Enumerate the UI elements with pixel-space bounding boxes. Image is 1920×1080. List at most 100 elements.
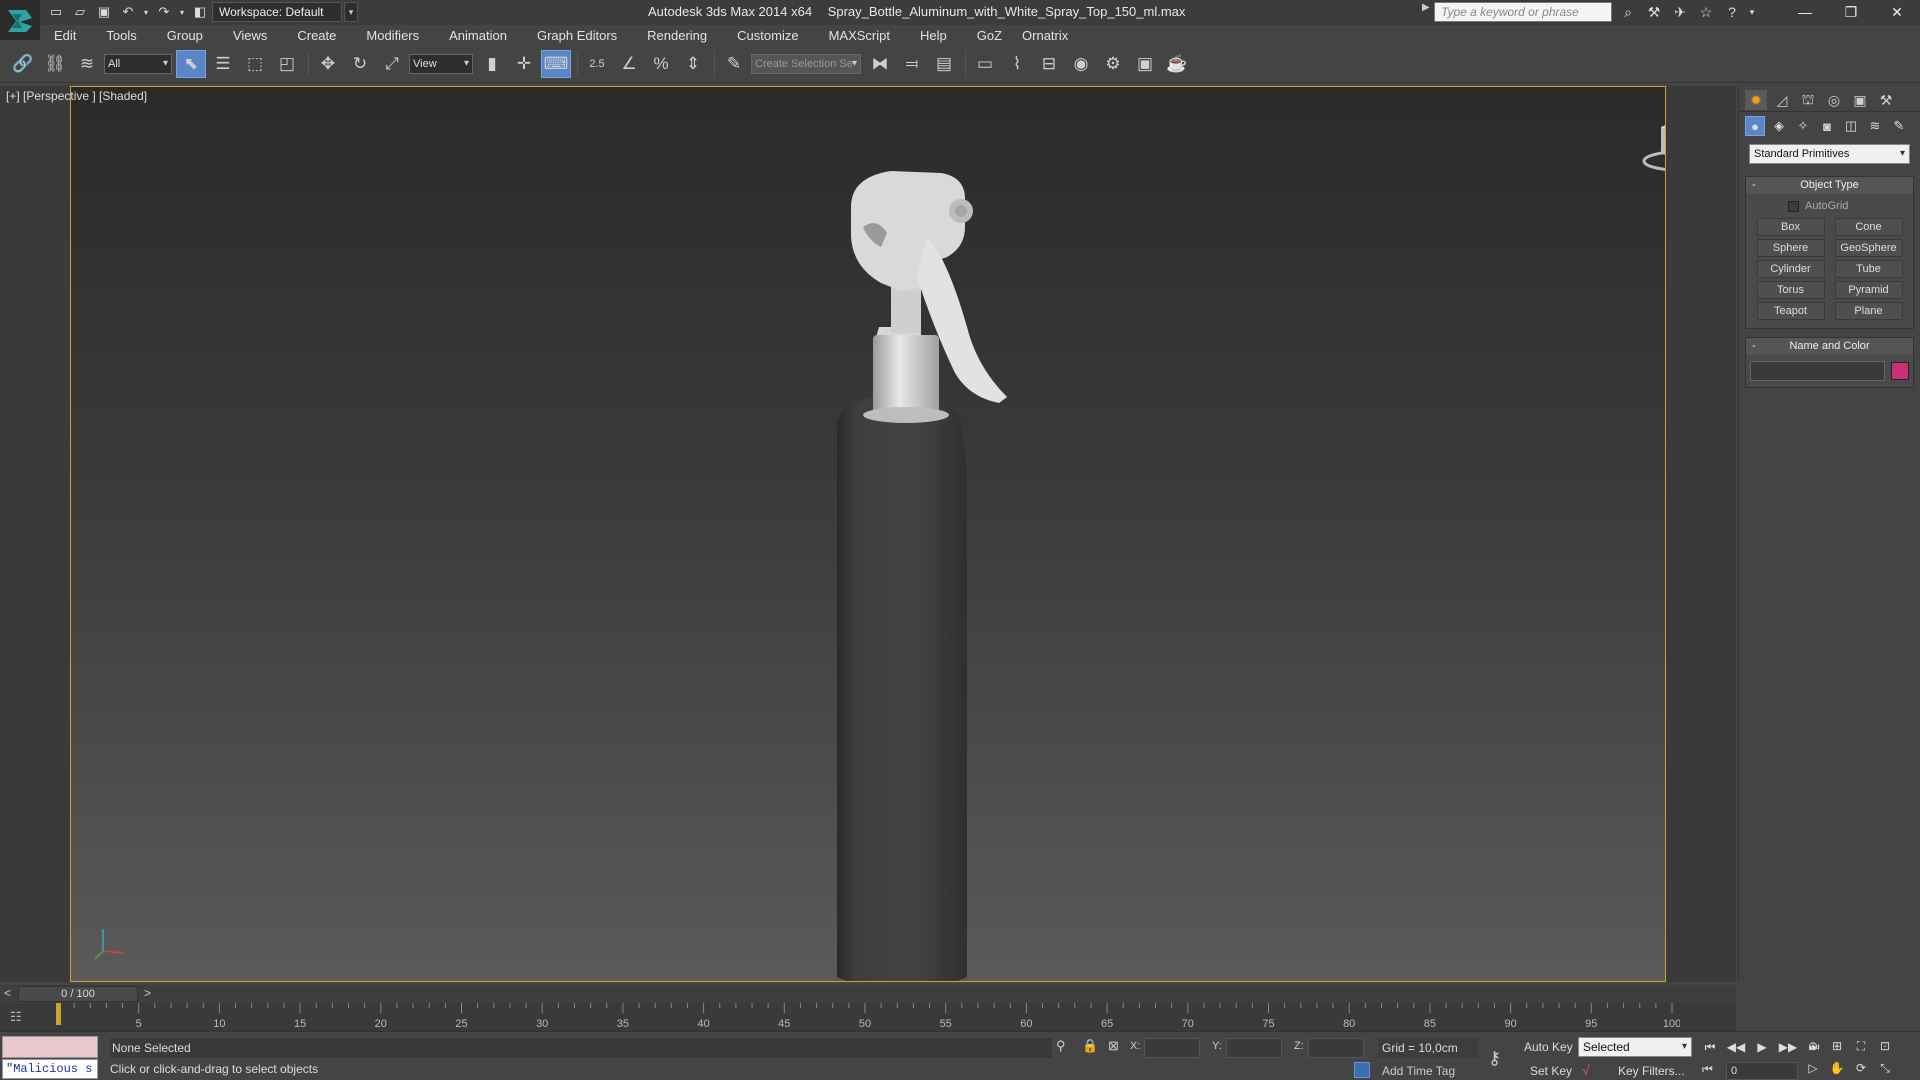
- sphere-button[interactable]: Sphere: [1756, 239, 1825, 257]
- use-pivot-point-center-icon[interactable]: ▮: [477, 50, 507, 78]
- default-tangent-icon[interactable]: √: [1582, 1062, 1590, 1078]
- select-and-scale-icon[interactable]: ⤢: [377, 50, 407, 78]
- layer-manager-icon[interactable]: ▤: [929, 50, 959, 78]
- current-frame-spinner[interactable]: 0: [1726, 1062, 1798, 1080]
- communication-center-icon[interactable]: ✈: [1670, 2, 1690, 22]
- mini-curve-editor-icon[interactable]: ☷: [10, 1009, 32, 1025]
- next-frame-button[interactable]: >: [144, 986, 151, 1000]
- edit-named-selection-icon[interactable]: ✎: [719, 50, 749, 78]
- save-file-icon[interactable]: ▣: [94, 2, 114, 22]
- graphite-toolbar-icon[interactable]: ▭: [970, 50, 1000, 78]
- maximize-viewport-icon[interactable]: ⤡: [1874, 1058, 1896, 1078]
- rectangular-selection-region-icon[interactable]: ⬚: [240, 50, 270, 78]
- menu-create[interactable]: Create: [297, 28, 336, 43]
- workspace-dropdown[interactable]: Workspace: Default: [212, 2, 342, 22]
- new-file-icon[interactable]: ▭: [46, 2, 66, 22]
- primitive-category-dropdown[interactable]: Standard Primitives: [1749, 144, 1910, 164]
- menu-tools[interactable]: Tools: [106, 28, 136, 43]
- zoom-all-icon[interactable]: ⊞: [1826, 1036, 1848, 1056]
- helpers-icon[interactable]: ◫: [1841, 116, 1861, 136]
- perspective-viewport[interactable]: [70, 86, 1666, 982]
- menu-edit[interactable]: Edit: [54, 28, 76, 43]
- torus-button[interactable]: Torus: [1756, 281, 1825, 299]
- modify-tab-icon[interactable]: ◿: [1771, 90, 1793, 110]
- space-warps-icon[interactable]: ≋: [1865, 116, 1885, 136]
- motion-tab-icon[interactable]: ◎: [1823, 90, 1845, 110]
- window-crossing-icon[interactable]: ◰: [272, 50, 302, 78]
- menu-rendering[interactable]: Rendering: [647, 28, 707, 43]
- set-keys-key-icon[interactable]: ⚷: [1488, 1048, 1501, 1069]
- menu-customize[interactable]: Customize: [737, 28, 798, 43]
- systems-icon[interactable]: ✎: [1889, 116, 1909, 136]
- help-search-input[interactable]: Type a keyword or phrase: [1434, 2, 1612, 22]
- selection-filter-dropdown[interactable]: All: [104, 53, 172, 74]
- app-logo-menu[interactable]: [0, 0, 40, 40]
- track-bar[interactable]: ☷ 5 10 15 20 25 30 35 40 45 50 55 60 65 70 75 80 85 90 95 1…: [0, 1003, 1736, 1031]
- project-folder-icon[interactable]: ◧: [190, 2, 210, 22]
- utilities-tab-icon[interactable]: ⚒: [1875, 90, 1897, 110]
- zoom-icon[interactable]: ⊕: [1802, 1036, 1824, 1056]
- time-tag-icon[interactable]: [1354, 1062, 1370, 1078]
- object-name-input[interactable]: [1750, 361, 1885, 381]
- rendered-frame-window-icon[interactable]: ▣: [1130, 50, 1160, 78]
- spray-bottle-model[interactable]: [751, 107, 1011, 982]
- tube-button[interactable]: Tube: [1834, 260, 1903, 278]
- select-object-icon[interactable]: ⬉: [176, 49, 206, 78]
- plane-button[interactable]: Plane: [1834, 302, 1903, 320]
- align-icon[interactable]: ⫤: [897, 50, 927, 78]
- menu-graph-editors[interactable]: Graph Editors: [537, 28, 617, 43]
- frame-ruler[interactable]: 5 10 15 20 25 30 35 40 45 50 55 60 65 70 75 80 85 90 95 100: [56, 1003, 1680, 1031]
- menu-help[interactable]: Help: [920, 28, 947, 43]
- z-coordinate-field[interactable]: [1308, 1038, 1364, 1058]
- select-and-move-icon[interactable]: ✥: [313, 50, 343, 78]
- percent-snap-icon[interactable]: %: [646, 50, 676, 78]
- field-of-view-icon[interactable]: ▷: [1802, 1058, 1824, 1078]
- subscription-center-icon[interactable]: ⚒: [1644, 2, 1664, 22]
- y-coordinate-field[interactable]: [1226, 1038, 1282, 1058]
- undo-dropdown-icon[interactable]: ▾: [142, 2, 150, 22]
- named-selection-sets-dropdown[interactable]: Create Selection Se: [751, 53, 861, 74]
- box-button[interactable]: Box: [1756, 218, 1825, 236]
- schematic-view-icon[interactable]: ⊟: [1034, 50, 1064, 78]
- keyboard-shortcut-override-icon[interactable]: ⌨: [541, 49, 571, 78]
- key-mode-dropdown[interactable]: Selected: [1578, 1037, 1692, 1057]
- select-and-link-icon[interactable]: 🔗: [8, 50, 38, 78]
- favorites-star-icon[interactable]: ☆: [1696, 2, 1716, 22]
- binoculars-icon[interactable]: ⌕: [1618, 2, 1638, 22]
- help-dropdown-icon[interactable]: ▾: [1748, 2, 1756, 22]
- reference-coordinate-dropdown[interactable]: View: [409, 53, 473, 74]
- mirror-icon[interactable]: ⧓: [865, 50, 895, 78]
- selection-lock-icon[interactable]: 🔒: [1082, 1038, 1098, 1054]
- pan-view-icon[interactable]: ✋: [1826, 1058, 1848, 1078]
- curve-editor-icon[interactable]: ⌇: [1002, 50, 1032, 78]
- menu-ornatrix[interactable]: Ornatrix: [1022, 28, 1068, 43]
- restore-icon[interactable]: ❐: [1828, 0, 1874, 25]
- isolate-selection-icon[interactable]: ⚲: [1056, 1038, 1066, 1054]
- menu-modifiers[interactable]: Modifiers: [366, 28, 419, 43]
- menu-maxscript[interactable]: MAXScript: [829, 28, 890, 43]
- x-coordinate-field[interactable]: [1144, 1038, 1200, 1058]
- material-editor-icon[interactable]: ◉: [1066, 50, 1096, 78]
- play-icon[interactable]: ▶: [1752, 1038, 1772, 1056]
- name-and-color-header[interactable]: - Name and Color: [1746, 338, 1913, 355]
- redo-dropdown-icon[interactable]: ▾: [178, 2, 186, 22]
- set-key-button[interactable]: Set Key: [1530, 1064, 1572, 1078]
- minimize-icon[interactable]: —: [1782, 0, 1828, 25]
- unlink-selection-icon[interactable]: ⛓: [40, 50, 70, 78]
- redo-icon[interactable]: ↷: [154, 2, 174, 22]
- key-mode-toggle-icon[interactable]: ⏮: [1702, 1062, 1713, 1077]
- object-color-swatch[interactable]: [1891, 362, 1909, 380]
- zoom-extents-icon[interactable]: ⛶: [1850, 1036, 1872, 1056]
- close-icon[interactable]: ✕: [1874, 0, 1920, 25]
- time-slider-thumb[interactable]: 0 / 100: [18, 986, 138, 1002]
- key-filters-button[interactable]: Key Filters...: [1618, 1064, 1685, 1078]
- time-slider[interactable]: < 0 / 100 >: [0, 985, 1736, 1003]
- spinner-snap-icon[interactable]: ⇕: [678, 50, 708, 78]
- maxscript-listener-output[interactable]: "Malicious s: [2, 1059, 98, 1079]
- menu-goz[interactable]: GoZ: [977, 28, 1002, 43]
- bind-to-space-warp-icon[interactable]: ≋: [72, 50, 102, 78]
- absolute-mode-transform-icon[interactable]: ⊠: [1108, 1038, 1119, 1054]
- select-and-rotate-icon[interactable]: ↻: [345, 50, 375, 78]
- help-icon[interactable]: ?: [1722, 2, 1742, 22]
- orbit-icon[interactable]: ⟳: [1850, 1058, 1872, 1078]
